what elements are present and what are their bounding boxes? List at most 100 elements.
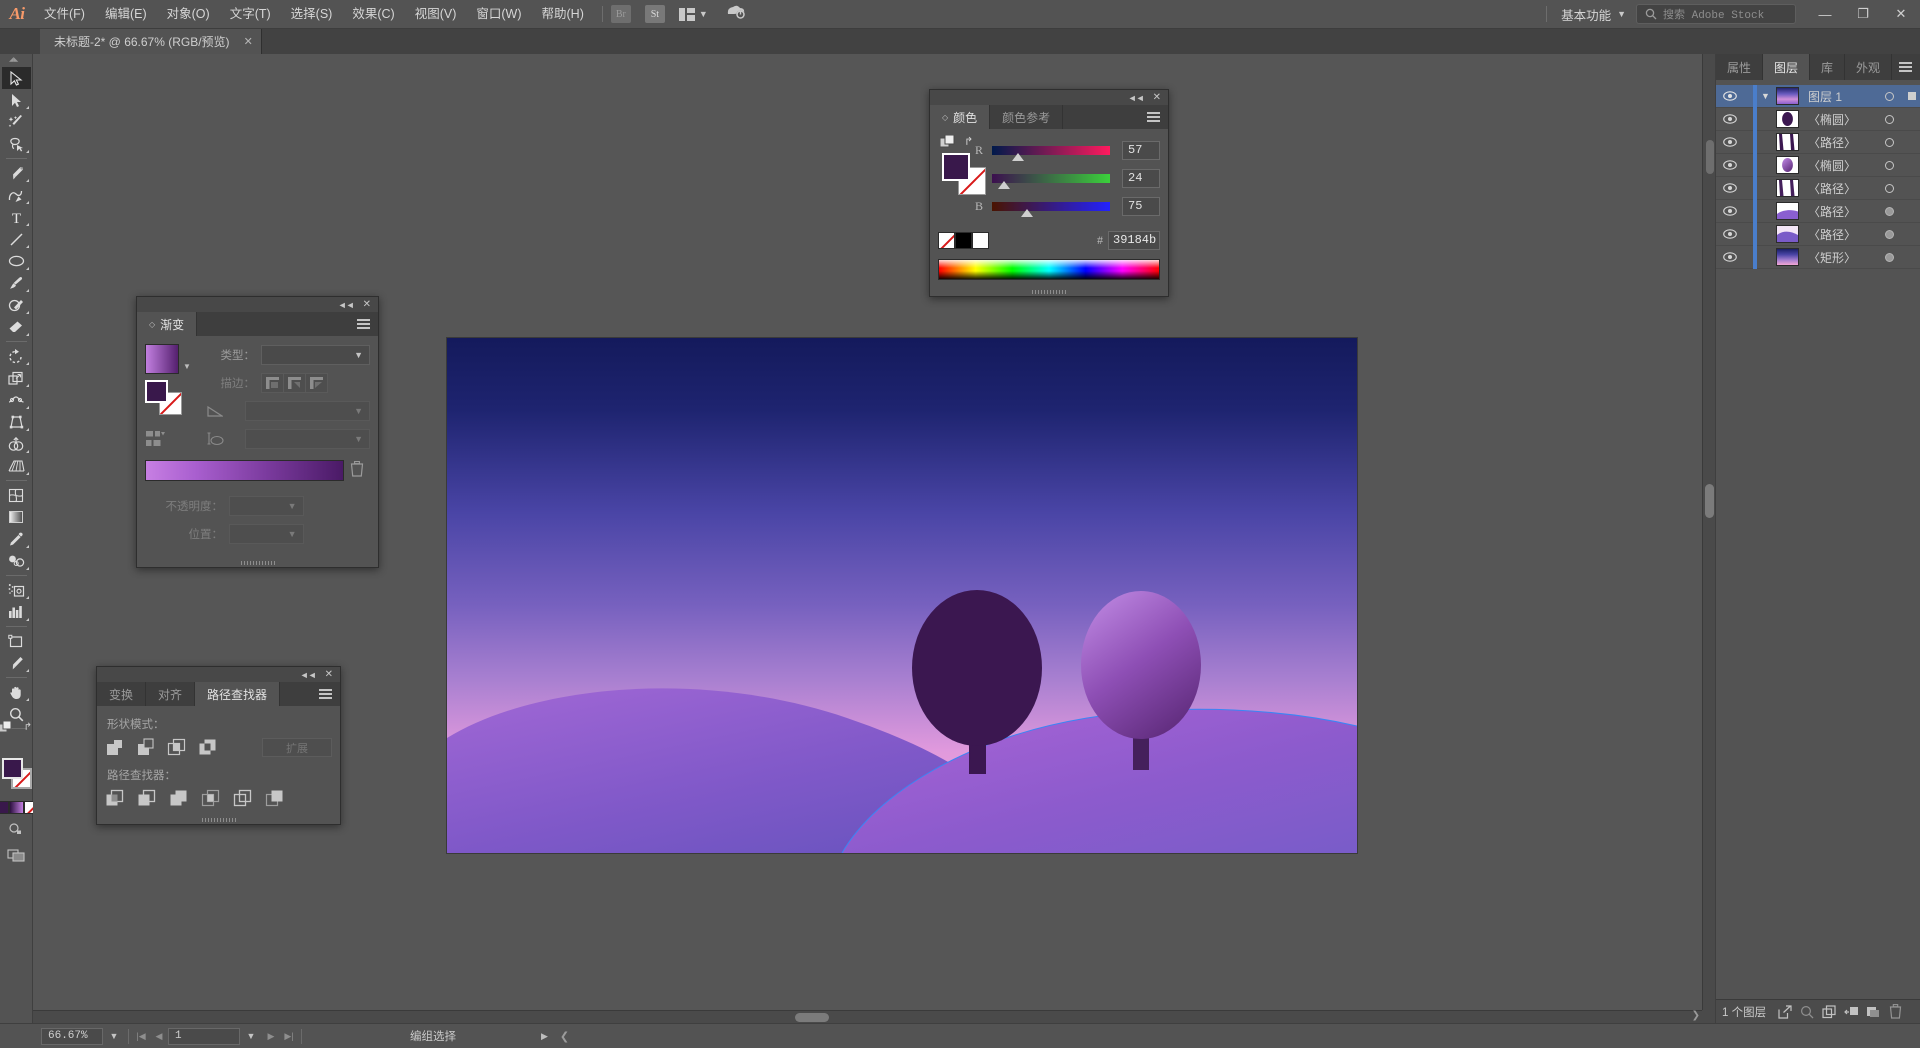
channel-r-value[interactable]: 57 <box>1122 141 1160 160</box>
pathfinder-panel-resize-grip[interactable] <box>97 816 340 824</box>
gradient-angle-row[interactable]: ▼ <box>205 400 370 421</box>
gradient-type-select[interactable]: ▼ <box>261 344 370 365</box>
horizontal-scroll-thumb[interactable] <box>795 1013 829 1022</box>
gradient-aspect-row[interactable]: ▼ <box>205 428 370 449</box>
pathfinder-unite-button[interactable] <box>105 738 124 757</box>
pathfinder-panel-menu-icon[interactable] <box>319 682 340 706</box>
arrange-documents-icon[interactable]: ▼ <box>678 7 708 21</box>
rotate-tool[interactable] <box>2 345 31 367</box>
channel-b-slider[interactable] <box>992 202 1110 211</box>
canvas-vertical-scrollbar[interactable] <box>1702 54 1715 1010</box>
close-icon[interactable]: ✕ <box>244 35 253 48</box>
new-sublayer-icon[interactable] <box>1818 1004 1840 1019</box>
color-channel-g[interactable]: G 24 <box>966 169 1160 188</box>
color-spectrum-ramp[interactable] <box>938 259 1160 280</box>
pathfinder-panel-titlebar[interactable]: ◄◄ ✕ <box>97 667 340 682</box>
swap-fill-stroke-icon[interactable]: ↱ <box>24 722 32 733</box>
workspace-chevron-icon[interactable]: ▼ <box>1617 9 1626 19</box>
visibility-icon[interactable] <box>1716 229 1744 239</box>
artboard[interactable] <box>447 338 1357 853</box>
color-channel-b[interactable]: B 75 <box>966 197 1160 216</box>
table-row[interactable]: 〈矩形〉 <box>1716 245 1920 269</box>
bridge-icon[interactable]: Br <box>610 5 631 23</box>
screen-mode-icon[interactable] <box>7 849 25 867</box>
magic-wand-tool[interactable] <box>2 111 31 133</box>
gradient-aspect-select[interactable]: ▼ <box>245 428 370 449</box>
reverse-gradient-icon[interactable] <box>145 430 205 453</box>
swatch-none[interactable] <box>938 232 955 249</box>
shaper-tool[interactable] <box>2 294 31 316</box>
pathfinder-outline-button[interactable] <box>233 789 252 808</box>
ellipse-tool[interactable] <box>2 250 31 272</box>
target-indicator[interactable] <box>1885 206 1894 216</box>
mesh-tool[interactable] <box>2 484 31 506</box>
gradient-stroke-buttons[interactable] <box>261 372 328 393</box>
visibility-icon[interactable] <box>1716 160 1744 170</box>
stroke-along-button[interactable] <box>283 372 306 393</box>
color-panel-resize-grip[interactable] <box>930 288 1168 296</box>
expand-button[interactable]: 扩展 <box>262 738 332 757</box>
stock-icon[interactable]: St <box>644 5 665 23</box>
direct-selection-tool[interactable] <box>2 89 31 111</box>
gradient-slider-row[interactable] <box>145 460 370 481</box>
gradient-opacity-row[interactable]: 不透明度： ▼ <box>145 495 370 516</box>
tab-color-guide[interactable]: 颜色参考 <box>990 105 1064 129</box>
flat-color-button[interactable] <box>0 801 9 814</box>
gradient-opacity-select[interactable]: ▼ <box>229 495 304 516</box>
gradient-panel-menu-icon[interactable] <box>357 312 378 336</box>
layer-name[interactable]: 〈路径〉 <box>1799 226 1856 243</box>
status-resize-handle[interactable]: ❮ <box>560 1030 569 1043</box>
scale-tool[interactable] <box>2 367 31 389</box>
status-menu-button[interactable]: ▶ <box>541 1031 548 1042</box>
line-segment-tool[interactable] <box>2 228 31 250</box>
document-tab[interactable]: 未标题-2* @ 66.67% (RGB/预览) ✕ <box>40 29 262 54</box>
layers-panel-menu-icon[interactable] <box>1899 54 1920 80</box>
menu-window[interactable]: 窗口(W) <box>466 0 531 29</box>
tab-appearance[interactable]: 外观 <box>1845 54 1893 80</box>
gradient-panel-titlebar[interactable]: ◄◄ ✕ <box>137 297 378 312</box>
tab-gradient[interactable]: ◇ 渐变 <box>137 312 198 336</box>
perspective-grid-tool[interactable] <box>2 455 31 477</box>
hand-tool[interactable] <box>2 681 31 703</box>
visibility-icon[interactable] <box>1716 252 1744 262</box>
table-row[interactable]: 〈路径〉 <box>1716 199 1920 223</box>
gradient-location-select[interactable]: ▼ <box>229 523 304 544</box>
drawing-modes-icon[interactable] <box>8 822 24 841</box>
close-button[interactable]: ✕ <box>1882 0 1920 29</box>
locate-object-icon[interactable] <box>1774 1004 1796 1019</box>
search-icon[interactable] <box>1796 1005 1818 1019</box>
menu-view[interactable]: 视图(V) <box>405 0 467 29</box>
lasso-tool[interactable] <box>2 133 31 155</box>
menu-edit[interactable]: 编辑(E) <box>95 0 157 29</box>
target-indicator[interactable] <box>1885 229 1894 239</box>
minimize-button[interactable]: — <box>1806 0 1844 29</box>
curvature-tool[interactable] <box>2 184 31 206</box>
tab-transform[interactable]: 变换 <box>97 682 147 706</box>
tab-layers[interactable]: 图层 <box>1763 54 1811 80</box>
tab-pathfinder[interactable]: 路径查找器 <box>195 682 281 706</box>
scroll-right-icon[interactable]: ❯ <box>1692 1010 1700 1021</box>
layer-name[interactable]: 〈路径〉 <box>1799 203 1856 220</box>
layer-name[interactable]: 〈矩形〉 <box>1799 249 1856 266</box>
tab-properties[interactable]: 属性 <box>1716 54 1764 80</box>
menu-help[interactable]: 帮助(H) <box>532 0 594 29</box>
swatch-white[interactable] <box>972 232 989 249</box>
visibility-icon[interactable] <box>1716 206 1744 216</box>
tab-libraries[interactable]: 库 <box>1810 54 1846 80</box>
target-indicator[interactable] <box>1885 114 1894 124</box>
layer-name[interactable]: 〈路径〉 <box>1799 180 1856 197</box>
pen-tool[interactable] <box>2 162 31 184</box>
eraser-tool[interactable] <box>2 316 31 338</box>
visibility-icon[interactable] <box>1716 137 1744 147</box>
last-artboard-button[interactable]: ▶| <box>280 1031 298 1042</box>
width-tool[interactable] <box>2 389 31 411</box>
toolbar-grip[interactable] <box>9 56 23 65</box>
pathfinder-intersect-button[interactable] <box>167 738 186 757</box>
delete-icon[interactable] <box>1884 1004 1906 1019</box>
pathfinder-exclude-button[interactable] <box>198 738 217 757</box>
color-panel-menu-icon[interactable] <box>1147 105 1168 129</box>
collapse-icon[interactable]: ◄◄ <box>338 300 355 310</box>
layer-name[interactable]: 〈路径〉 <box>1799 134 1856 151</box>
gradient-fill-stroke-indicator[interactable] <box>145 380 191 420</box>
zoom-level-input[interactable]: 66.67% <box>41 1027 103 1045</box>
